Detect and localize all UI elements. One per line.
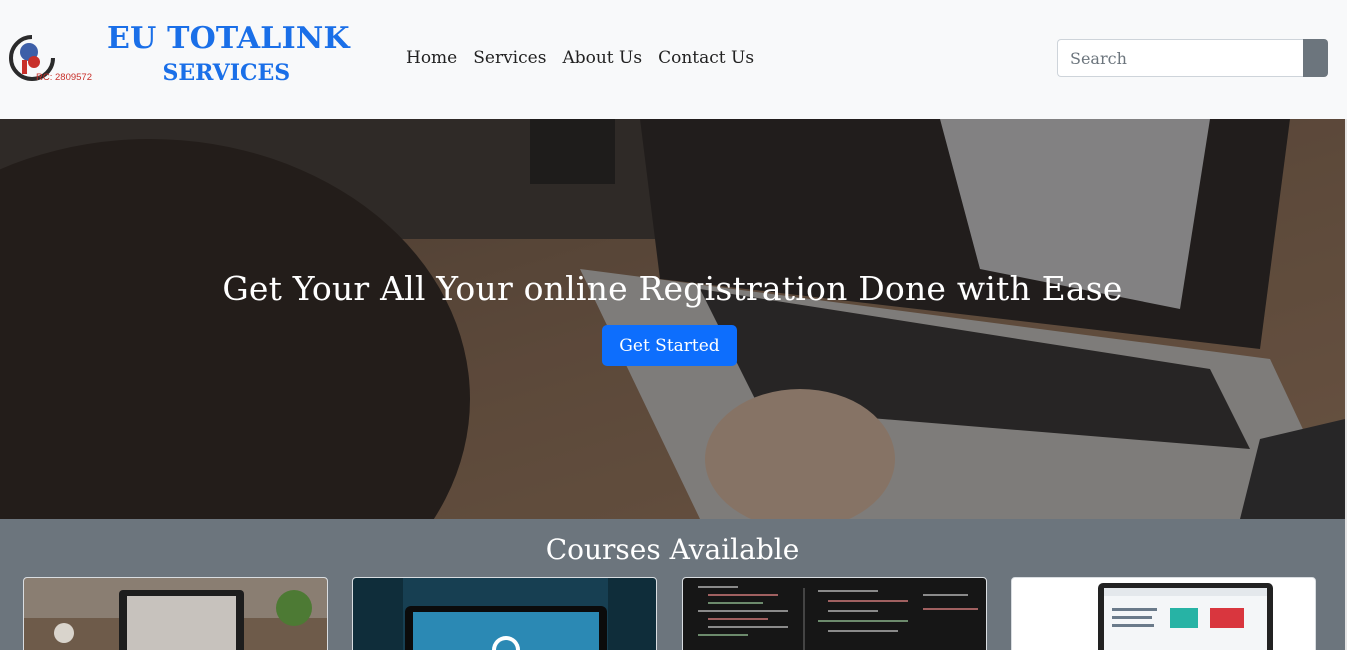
search-button[interactable] (1303, 39, 1328, 77)
hero-title: Get Your All Your online Registration Do… (222, 269, 1123, 308)
logo-rc-text: RC: 2809572 (36, 72, 92, 83)
laptop-on-desk-image (24, 578, 327, 650)
nav-services[interactable]: Services (473, 47, 546, 69)
main-nav: Home Services About Us Contact Us (406, 47, 754, 69)
courses-section: Courses Available (0, 519, 1345, 650)
course-card-4[interactable] (1011, 577, 1316, 650)
brand-line-1: EU TOTALINK (107, 21, 350, 56)
course-card-2[interactable] (352, 577, 657, 650)
brand-name[interactable]: EU TOTALINK SERVICES (107, 21, 350, 85)
nav-about-us[interactable]: About Us (562, 47, 642, 69)
hero-banner: Get Your All Your online Registration Do… (0, 119, 1345, 519)
nav-contact-us[interactable]: Contact Us (658, 47, 754, 69)
course-card-1[interactable] (23, 577, 328, 650)
nav-home[interactable]: Home (406, 47, 457, 69)
brand-line-2: SERVICES (162, 60, 291, 86)
search-input[interactable] (1057, 39, 1303, 77)
get-started-button[interactable]: Get Started (602, 325, 737, 366)
course-card-3[interactable] (682, 577, 987, 650)
code-screen-image (683, 578, 986, 650)
company-logo[interactable]: RC: 2809572 (8, 30, 98, 90)
website-screenshot-image (1012, 578, 1315, 650)
navbar: RC: 2809572 EU TOTALINK SERVICES Home Se… (0, 0, 1347, 119)
courses-heading: Courses Available (545, 533, 800, 566)
wordpress-laptop-image (353, 578, 656, 650)
search-form (1057, 39, 1328, 77)
